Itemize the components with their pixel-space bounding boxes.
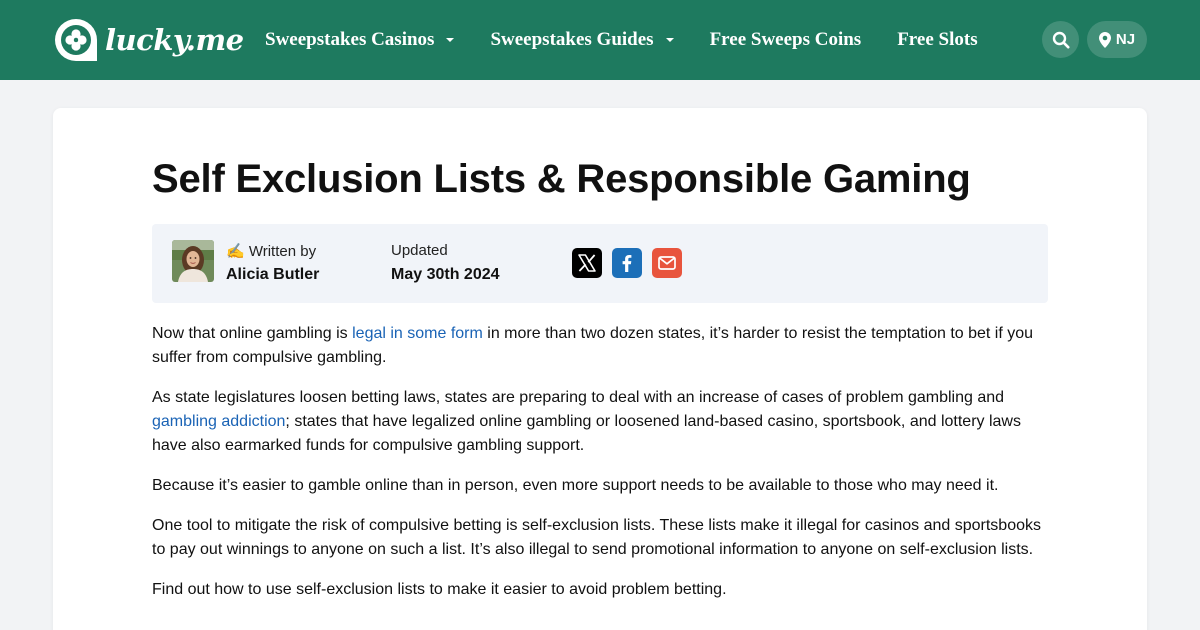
- map-pin-icon: [1098, 31, 1111, 48]
- nav-label: Free Slots: [897, 29, 978, 50]
- article-body: Now that online gambling is legal in som…: [152, 322, 1048, 618]
- nav-free-slots[interactable]: Free Slots: [897, 29, 977, 51]
- updated-date: May 30th 2024: [391, 266, 500, 283]
- nav-label: Sweepstakes Guides: [490, 29, 654, 50]
- nav-sweepstakes-casinos[interactable]: Sweepstakes Casinos: [265, 29, 455, 51]
- nav-label: Sweepstakes Casinos: [265, 29, 435, 50]
- top-navigation-bar: lucky.me Sweepstakes Casinos Sweepstakes…: [0, 0, 1200, 80]
- paragraph: Because it’s easier to gamble online tha…: [152, 477, 999, 494]
- share-email-button[interactable]: [652, 248, 682, 278]
- nav-free-sweeps-coins[interactable]: Free Sweeps Coins: [710, 29, 862, 51]
- x-twitter-icon: [578, 254, 596, 272]
- paragraph: As state legislatures loosen betting law…: [152, 386, 1048, 458]
- logo-text: lucky.me: [105, 23, 244, 57]
- state-label: NJ: [1115, 31, 1136, 48]
- share-facebook-button[interactable]: [612, 248, 642, 278]
- nav-label: Free Sweeps Coins: [709, 29, 862, 50]
- facebook-icon: [622, 255, 632, 272]
- paragraph: One tool to mitigate the risk of compuls…: [152, 517, 1041, 558]
- site-logo[interactable]: lucky.me: [53, 17, 244, 63]
- paragraph-text: As state legislatures loosen betting law…: [152, 389, 1005, 406]
- clover-logo-icon: [55, 19, 97, 61]
- main-nav: Sweepstakes Casinos Sweepstakes Guides F…: [265, 0, 1014, 80]
- chevron-down-icon: [446, 38, 455, 42]
- updated-label: Updated: [391, 242, 448, 259]
- link-gambling-addiction[interactable]: gambling addiction: [152, 413, 285, 430]
- article-meta-box: ✍ Written by Alicia Butler Updated May 3…: [152, 224, 1048, 303]
- search-icon: [1052, 31, 1070, 49]
- chevron-down-icon: [665, 38, 674, 42]
- share-x-button[interactable]: [572, 248, 602, 278]
- email-icon: [658, 256, 676, 270]
- author-name[interactable]: Alicia Butler: [226, 266, 319, 284]
- nav-sweepstakes-guides[interactable]: Sweepstakes Guides: [490, 29, 674, 51]
- link-legal-in-some-form[interactable]: legal in some form: [352, 325, 483, 342]
- paragraph: Find out how to use self-exclusion lists…: [152, 581, 727, 598]
- paragraph: Now that online gambling is legal in som…: [152, 322, 1048, 370]
- author-photo: [172, 240, 214, 282]
- paragraph-text: Now that online gambling is: [152, 325, 353, 342]
- author-avatar[interactable]: [172, 240, 214, 282]
- state-selector-button[interactable]: NJ: [1087, 21, 1147, 58]
- search-button[interactable]: [1042, 21, 1079, 58]
- page-title: Self Exclusion Lists & Responsible Gamin…: [152, 157, 971, 201]
- author-label: ✍ Written by: [226, 243, 317, 260]
